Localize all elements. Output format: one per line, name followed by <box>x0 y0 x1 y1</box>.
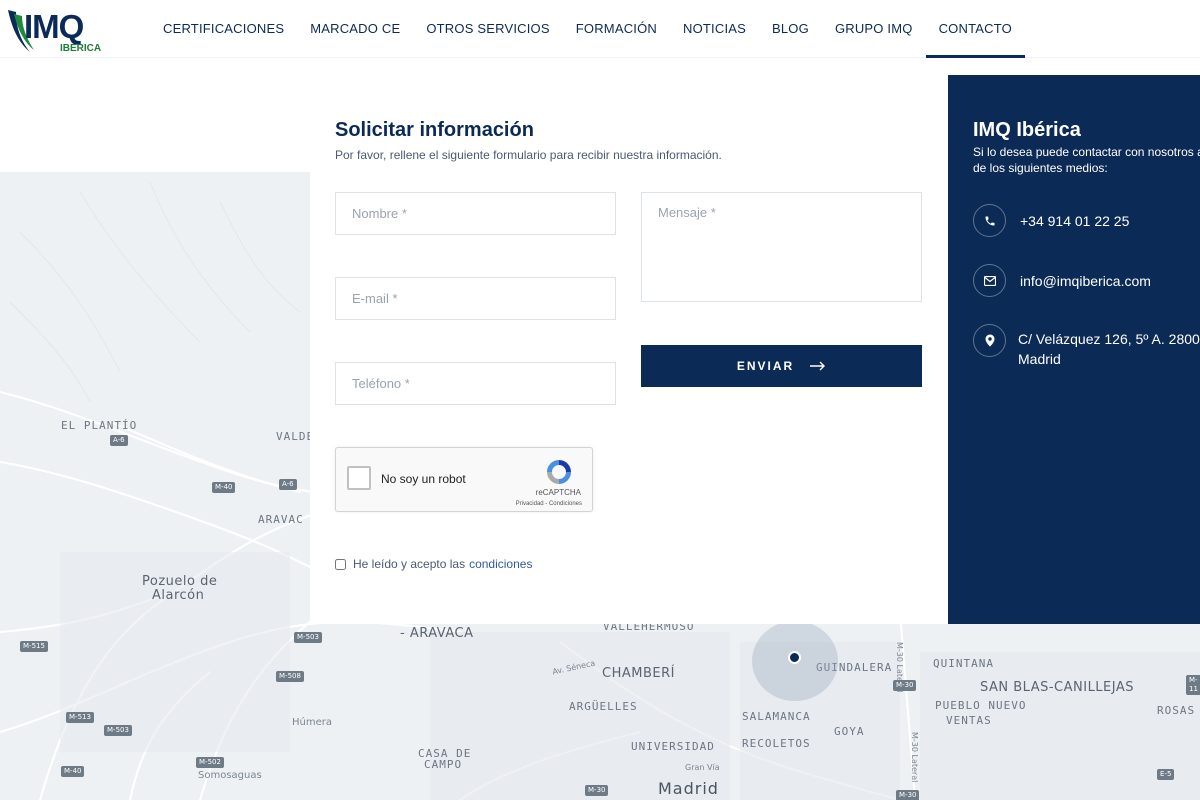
map-label-recoletos: RECOLETOS <box>742 737 811 750</box>
map-label-casa-de-campo-2: CAMPO <box>424 758 463 771</box>
contact-phone-row[interactable]: +34 914 01 22 25 <box>973 204 1129 237</box>
map-label-salamanca: SALAMANCA <box>742 710 811 723</box>
nav-item-marcado-ce[interactable]: MARCADO CE <box>297 0 413 58</box>
map-label-valdemarin: VALDE <box>276 430 315 443</box>
road-badge-m40-1: M-40 <box>212 482 236 493</box>
road-badge-a6-2: A-6 <box>279 479 297 490</box>
terms-link[interactable]: condiciones <box>469 557 532 571</box>
logo[interactable]: IMQ IBERICA <box>4 4 104 54</box>
nav-item-noticias[interactable]: NOTICIAS <box>670 0 759 58</box>
map-label-somosaguas: Somosaguas <box>198 770 262 781</box>
map-label-goya: GOYA <box>834 725 865 738</box>
contact-email-row[interactable]: info@imqiberica.com <box>973 264 1151 297</box>
contact-address-row <box>973 324 1006 357</box>
recaptcha-logo-icon <box>547 460 571 484</box>
map-label-chamberi: CHAMBERÍ <box>602 666 675 681</box>
contact-title: IMQ Ibérica <box>973 119 1081 141</box>
road-badge-m30-1: M-30 <box>893 680 917 691</box>
map-marker-icon[interactable] <box>788 651 801 664</box>
road-badge-m30-2: M-30 <box>585 785 609 796</box>
contact-address-line2: Madrid <box>1018 351 1061 367</box>
send-button-label: ENVIAR <box>736 359 795 373</box>
map-label-pozuelo-2: Alarcón <box>152 588 205 603</box>
map-label-rosas: ROSAS <box>1157 704 1196 717</box>
contact-address: C/ Velázquez 126, 5º A. 28006 Madrid <box>1018 329 1200 369</box>
terms-checkbox[interactable] <box>335 558 346 570</box>
map-label-arguelles: ARGÜELLES <box>569 700 638 713</box>
road-badge-m40-2: M-40 <box>61 766 85 777</box>
map-label-el-plantio: EL PLANTÍO <box>61 419 138 432</box>
nav-item-formacion[interactable]: FORMACIÓN <box>563 0 670 58</box>
contact-form: Solicitar información Por favor, rellene… <box>310 75 948 624</box>
road-badge-m11: M-11 <box>1186 675 1200 695</box>
recaptcha-label: No soy un robot <box>381 472 466 486</box>
nav-item-grupo-imq[interactable]: GRUPO IMQ <box>822 0 926 58</box>
message-textarea[interactable] <box>641 192 922 302</box>
map-label-madrid: Madrid <box>658 779 719 798</box>
contact-address-line1: C/ Velázquez 126, 5º A. 28006 <box>1018 331 1200 347</box>
phone-icon <box>973 204 1006 237</box>
main-nav: CERTIFICACIONES MARCADO CE OTROS SERVICI… <box>150 0 1026 58</box>
logo-text: IMQ <box>24 8 84 45</box>
terms-text: He leído y acepto las <box>353 557 466 571</box>
recaptcha-widget: No soy un robot reCAPTCHA Privacidad - C… <box>335 447 593 512</box>
nav-item-blog[interactable]: BLOG <box>759 0 822 58</box>
logo-subtext: IBERICA <box>60 43 102 54</box>
road-badge-m508: M-508 <box>276 671 304 682</box>
nav-item-contacto[interactable]: CONTACTO <box>925 0 1026 58</box>
send-button[interactable]: ENVIAR <box>641 345 922 387</box>
road-badge-m503-1: M-503 <box>294 632 322 643</box>
map-label-m30-lateral-2: M-30 Lateral <box>910 732 919 783</box>
phone-input[interactable] <box>335 362 616 405</box>
map-label-quintana: QUINTANA <box>933 657 994 670</box>
map-label-humera: Húmera <box>292 717 332 728</box>
map-label-universidad: UNIVERSIDAD <box>631 740 715 753</box>
contact-info-panel: IMQ Ibérica Si lo desea puede contactar … <box>948 75 1200 624</box>
map-label-gran-via: Gran Vía <box>685 763 720 772</box>
email-input[interactable] <box>335 277 616 320</box>
form-title: Solicitar información <box>335 119 534 141</box>
road-badge-m503-2: M-503 <box>104 725 132 736</box>
road-badge-a6-1: A-6 <box>110 435 128 446</box>
road-badge-m30-3: M-30 <box>896 790 920 800</box>
map-label-san-blas: SAN BLAS-CANILLEJAS <box>980 680 1135 695</box>
map-label-pozuelo-1: Pozuelo de <box>142 574 218 589</box>
name-input[interactable] <box>335 192 616 235</box>
recaptcha-checkbox[interactable] <box>347 466 371 490</box>
road-badge-m513: M-513 <box>66 712 94 723</box>
site-header: IMQ IBERICA CERTIFICACIONES MARCADO CE O… <box>0 0 1200 58</box>
mail-icon <box>973 264 1006 297</box>
contact-email[interactable]: info@imqiberica.com <box>1020 271 1151 291</box>
location-pin-icon <box>973 324 1006 357</box>
nav-item-certificaciones[interactable]: CERTIFICACIONES <box>150 0 297 58</box>
recaptcha-brand: reCAPTCHA <box>535 488 581 497</box>
road-badge-m502: M-502 <box>196 757 224 768</box>
contact-phone[interactable]: +34 914 01 22 25 <box>1020 211 1129 231</box>
form-subtitle: Por favor, rellene el siguiente formular… <box>335 148 722 162</box>
terms-checkbox-row[interactable]: He leído y acepto las condiciones <box>335 557 532 571</box>
map-label-aravaca: - ARAVACA <box>400 626 474 641</box>
nav-item-otros-servicios[interactable]: OTROS SERVICIOS <box>413 0 562 58</box>
contact-description: Si lo desea puede contactar con nosotros… <box>973 145 1200 175</box>
arrow-right-icon <box>810 361 826 371</box>
road-badge-m515: M-515 <box>20 641 48 652</box>
map-label-pueblo-nuevo-2: VENTAS <box>946 714 992 727</box>
road-badge-e5: E-5 <box>1157 769 1175 780</box>
recaptcha-links[interactable]: Privacidad - Condiciones <box>516 501 582 507</box>
map-label-pueblo-nuevo-1: PUEBLO NUEVO <box>935 699 1027 712</box>
map-label-aravaca-top: ARAVAC <box>258 513 304 526</box>
